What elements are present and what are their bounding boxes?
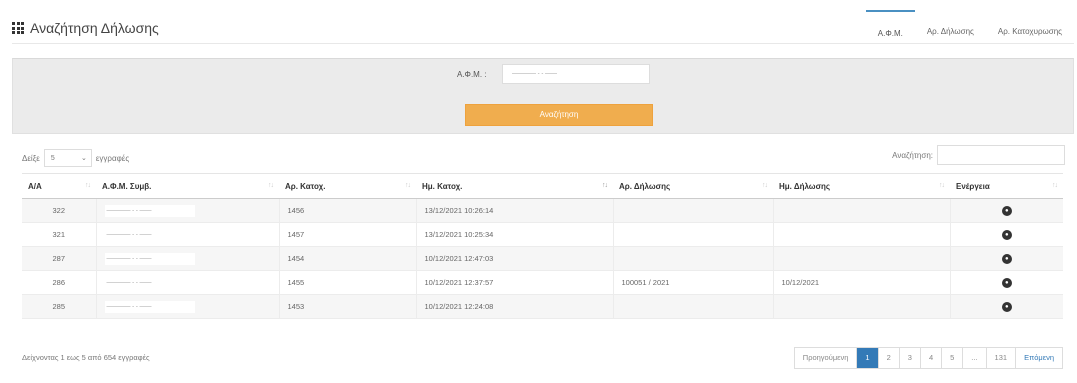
page: Αναζήτηση Δήλωσης Α.Φ.Μ. Αρ. Δήλωσης Αρ.… [0, 0, 1077, 383]
col-header-action[interactable]: Ενέργεια ↑↓ [950, 173, 1063, 199]
cell-ar-dilosis [613, 294, 774, 319]
cell-ar-katox: 1453 [279, 294, 417, 319]
masked-afm: ———— - - —— [104, 252, 195, 265]
results-table: Α/Α ↑↓ Α.Φ.Μ. Συμβ. ↑↓ Αρ. Κατοχ. ↑↓ Ημ. Κα… [22, 173, 1063, 319]
cell-ar-dilosis [613, 246, 774, 271]
filter-label: Αναζήτηση: [892, 150, 933, 160]
cell-afm: ———— - - —— [96, 270, 280, 295]
afm-label: Α.Φ.Μ. : [457, 70, 487, 79]
cell-im-dilosis [773, 294, 951, 319]
col-header-im-katox[interactable]: Ημ. Κατοχ. ↑↓ [416, 173, 613, 199]
cell-aa: 285 [22, 294, 97, 319]
pagination-next[interactable]: Επόμενη [1016, 348, 1062, 368]
pagination-page-1[interactable]: 1 [857, 348, 879, 368]
cell-im-katox: 10/12/2021 12:37:57 [416, 270, 614, 295]
cell-action: ● [950, 198, 1063, 223]
pagination-previous[interactable]: Προηγούμενη [794, 348, 858, 368]
cell-im-katox: 10/12/2021 12:47:03 [416, 246, 614, 271]
cell-im-katox: 13/12/2021 10:26:14 [416, 198, 614, 223]
page-title: Αναζήτηση Δήλωσης [30, 20, 159, 36]
filter-input[interactable] [937, 145, 1065, 165]
table-row: 286 ———— - - —— 1455 10/12/2021 12:37:57… [22, 270, 1063, 295]
cell-ar-katox: 1455 [279, 270, 417, 295]
col-header-ar-dilosis[interactable]: Αρ. Δήλωσης ↑↓ [613, 173, 773, 199]
pagination-page-5[interactable]: 5 [942, 348, 964, 368]
cell-action: ● [950, 294, 1063, 319]
sort-icon: ↑↓ [405, 182, 411, 189]
masked-afm: ———— - - —— [104, 228, 195, 241]
search-mode-tabs: Α.Φ.Μ. Αρ. Δήλωσης Αρ. Κατοχυρωσης [865, 10, 1074, 44]
cell-action: ● [950, 246, 1063, 271]
cell-ar-katox: 1457 [279, 222, 417, 247]
view-icon[interactable]: ● [1001, 278, 1012, 288]
pagination: Προηγούμενη 1 2 3 4 5 ... 131 Επόμενη [793, 347, 1063, 369]
pagination-page-4[interactable]: 4 [920, 348, 943, 368]
search-panel: Α.Φ.Μ. : Αναζήτηση [12, 58, 1074, 134]
records-label: εγγραφές [95, 153, 130, 163]
page-length-control: Δείξε 5 ⌄ εγγραφές [22, 149, 129, 167]
cell-im-katox: 10/12/2021 12:24:08 [416, 294, 614, 319]
afm-input[interactable] [502, 64, 650, 84]
table-header-row: Α/Α ↑↓ Α.Φ.Μ. Συμβ. ↑↓ Αρ. Κατοχ. ↑↓ Ημ. Κα… [22, 173, 1063, 199]
cell-aa: 287 [22, 246, 97, 271]
table-row: 287 ———— - - —— 1454 10/12/2021 12:47:03… [22, 246, 1063, 271]
cell-afm: ———— - - —— [96, 246, 280, 271]
search-button[interactable]: Αναζήτηση [465, 104, 653, 126]
cell-aa: 286 [22, 270, 97, 295]
table-info: Δείχνοντας 1 εως 5 από 654 εγγραφές [22, 353, 150, 362]
tab-ar-katoxyrosis[interactable]: Αρ. Κατοχυρωσης [986, 10, 1074, 44]
cell-im-katox: 13/12/2021 10:25:34 [416, 222, 614, 247]
view-icon[interactable]: ● [1001, 230, 1012, 240]
cell-im-dilosis [773, 198, 951, 223]
grid-icon [12, 22, 24, 34]
sort-icon: ↑↓ [939, 182, 945, 189]
tab-afm[interactable]: Α.Φ.Μ. [865, 10, 915, 44]
table-row: 322 ———— - - —— 1456 13/12/2021 10:26:14… [22, 198, 1063, 223]
masked-afm: ———— - - —— [104, 276, 195, 289]
tab-ar-dilosis[interactable]: Αρ. Δήλωσης [915, 10, 986, 44]
cell-im-dilosis: 10/12/2021 [773, 270, 951, 295]
page-header: Αναζήτηση Δήλωσης Α.Φ.Μ. Αρ. Δήλωσης Αρ.… [12, 10, 1074, 44]
pagination-page-3[interactable]: 3 [899, 348, 921, 368]
cell-afm: ———— - - —— [96, 222, 280, 247]
pagination-ellipsis: ... [963, 348, 987, 368]
cell-action: ● [950, 270, 1063, 295]
cell-ar-katox: 1454 [279, 246, 417, 271]
cell-afm: ———— - - —— [96, 294, 280, 319]
cell-im-dilosis [773, 222, 951, 247]
cell-action: ● [950, 222, 1063, 247]
view-icon[interactable]: ● [1001, 302, 1012, 312]
sort-icon: ↑↓ [85, 182, 91, 189]
col-header-afm[interactable]: Α.Φ.Μ. Συμβ. ↑↓ [96, 173, 279, 199]
pagination-page-last[interactable]: 131 [986, 348, 1017, 368]
col-header-aa[interactable]: Α/Α ↑↓ [22, 173, 96, 199]
page-length-value: 5 [50, 154, 55, 162]
cell-aa: 322 [22, 198, 97, 223]
sort-icon: ↑↓ [602, 182, 608, 189]
masked-afm: ———— - - —— [104, 204, 195, 217]
cell-ar-katox: 1456 [279, 198, 417, 223]
sort-icon: ↑↓ [1052, 182, 1058, 189]
page-length-select[interactable]: 5 ⌄ [43, 149, 92, 167]
table-row: 321 ———— - - —— 1457 13/12/2021 10:25:34… [22, 222, 1063, 247]
table-filter: Αναζήτηση: [892, 145, 1065, 165]
show-label: Δείξε [22, 153, 40, 163]
masked-afm: ———— - - —— [104, 300, 195, 313]
col-header-im-dilosis[interactable]: Ημ. Δήλωσης ↑↓ [773, 173, 950, 199]
chevron-down-icon: ⌄ [80, 155, 87, 162]
cell-aa: 321 [22, 222, 97, 247]
cell-ar-dilosis: 100051 / 2021 [613, 270, 774, 295]
pagination-page-2[interactable]: 2 [878, 348, 900, 368]
sort-icon: ↑↓ [268, 182, 274, 189]
cell-afm: ———— - - —— [96, 198, 280, 223]
cell-ar-dilosis [613, 198, 774, 223]
cell-ar-dilosis [613, 222, 774, 247]
view-icon[interactable]: ● [1001, 206, 1012, 216]
sort-icon: ↑↓ [762, 182, 768, 189]
view-icon[interactable]: ● [1001, 254, 1012, 264]
col-header-ar-katox[interactable]: Αρ. Κατοχ. ↑↓ [279, 173, 416, 199]
page-title-area: Αναζήτηση Δήλωσης [12, 20, 159, 36]
table-row: 285 ———— - - —— 1453 10/12/2021 12:24:08… [22, 294, 1063, 319]
cell-im-dilosis [773, 246, 951, 271]
